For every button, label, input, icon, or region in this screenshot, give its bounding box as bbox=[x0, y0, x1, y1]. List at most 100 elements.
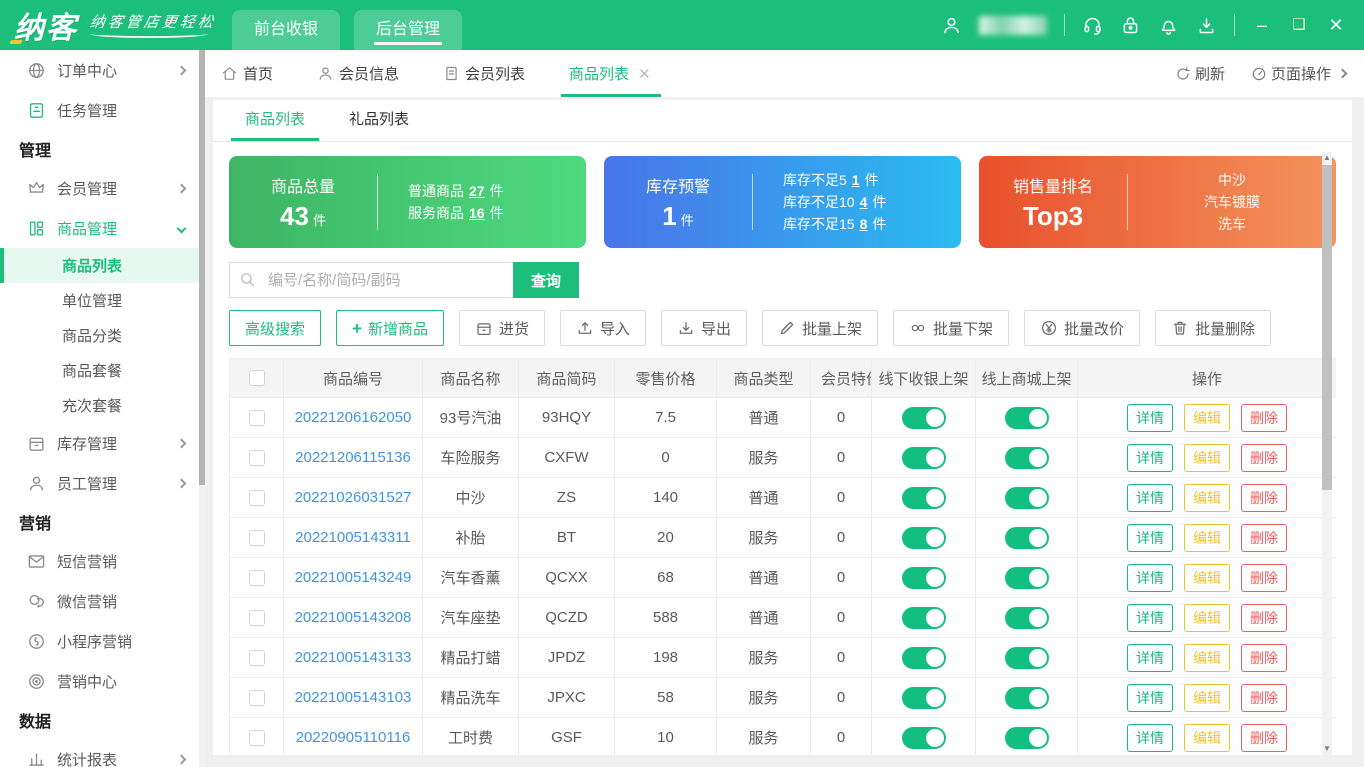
online-shelf-toggle[interactable] bbox=[1004, 606, 1049, 629]
offline-shelf-toggle[interactable] bbox=[901, 646, 946, 669]
edit-button[interactable]: 编辑 bbox=[1184, 603, 1230, 632]
goods-code-link[interactable]: 20221005143133 bbox=[295, 649, 412, 666]
online-shelf-toggle[interactable] bbox=[1004, 446, 1049, 469]
detail-button[interactable]: 详情 bbox=[1127, 643, 1173, 672]
toolbar-button[interactable]: 高级搜索 bbox=[229, 310, 322, 346]
goods-code-link[interactable]: 20221026031527 bbox=[295, 489, 412, 506]
card-detail-count[interactable]: 1 bbox=[847, 172, 865, 188]
sidebar-item[interactable]: 小程序营销 bbox=[0, 621, 205, 661]
sidebar-item[interactable]: 统计报表 bbox=[0, 739, 205, 767]
sidebar-item[interactable]: 会员管理 bbox=[0, 168, 205, 208]
detail-button[interactable]: 详情 bbox=[1127, 723, 1173, 752]
offline-shelf-toggle[interactable] bbox=[901, 606, 946, 629]
panel-tab[interactable]: 商品列表 bbox=[230, 108, 320, 141]
sidebar-item[interactable]: 任务管理 bbox=[0, 90, 205, 130]
goods-code-link[interactable]: 20221005143103 bbox=[295, 689, 412, 706]
mode-tab-cashier[interactable]: 前台收银 bbox=[232, 10, 341, 50]
goods-code-link[interactable]: 20220905110116 bbox=[296, 729, 411, 746]
offline-shelf-toggle[interactable] bbox=[901, 446, 946, 469]
goods-code-link[interactable]: 20221005143311 bbox=[295, 529, 411, 546]
bell-icon[interactable] bbox=[1158, 15, 1179, 36]
page-tab[interactable]: 会员信息 bbox=[317, 50, 399, 97]
toolbar-button[interactable]: 批量下架 bbox=[893, 310, 1010, 346]
select-all-checkbox[interactable] bbox=[248, 370, 265, 386]
query-button[interactable]: 查询 bbox=[513, 262, 579, 298]
goods-code-link[interactable]: 20221005143208 bbox=[295, 609, 412, 626]
edit-button[interactable]: 编辑 bbox=[1184, 483, 1230, 512]
page-tab[interactable]: 首页 bbox=[221, 50, 273, 97]
offline-shelf-toggle[interactable] bbox=[901, 686, 946, 709]
minimize-button[interactable]: – bbox=[1252, 15, 1272, 35]
sidebar-item[interactable]: 商品管理 bbox=[0, 208, 205, 248]
sidebar-subitem[interactable]: 商品套餐 bbox=[0, 353, 205, 388]
offline-shelf-toggle[interactable] bbox=[901, 526, 946, 549]
detail-button[interactable]: 详情 bbox=[1127, 683, 1173, 712]
delete-button[interactable]: 删除 bbox=[1241, 563, 1287, 592]
row-checkbox[interactable] bbox=[248, 689, 265, 706]
edit-button[interactable]: 编辑 bbox=[1184, 523, 1230, 552]
headset-icon[interactable] bbox=[1082, 15, 1103, 36]
detail-button[interactable]: 详情 bbox=[1127, 523, 1173, 552]
lock-icon[interactable] bbox=[1120, 15, 1141, 36]
row-checkbox[interactable] bbox=[248, 489, 265, 506]
detail-button[interactable]: 详情 bbox=[1127, 483, 1173, 512]
sidebar-item[interactable]: 库存管理 bbox=[0, 423, 205, 463]
card-detail-count[interactable]: 16 bbox=[464, 205, 490, 221]
mode-tab-backoffice[interactable]: 后台管理 bbox=[354, 10, 463, 50]
offline-shelf-toggle[interactable] bbox=[901, 406, 946, 429]
sidebar-item[interactable]: 订单中心 bbox=[0, 50, 205, 90]
online-shelf-toggle[interactable] bbox=[1004, 646, 1049, 669]
sidebar-item[interactable]: 短信营销 bbox=[0, 541, 205, 581]
detail-button[interactable]: 详情 bbox=[1127, 403, 1173, 432]
goods-code-link[interactable]: 20221206162050 bbox=[295, 409, 412, 426]
sidebar-item[interactable]: 微信营销 bbox=[0, 581, 205, 621]
row-checkbox[interactable] bbox=[248, 649, 265, 666]
online-shelf-toggle[interactable] bbox=[1004, 526, 1049, 549]
sidebar-item[interactable]: 员工管理 bbox=[0, 463, 205, 503]
row-checkbox[interactable] bbox=[248, 529, 265, 546]
sidebar-scrollbar-thumb[interactable] bbox=[199, 50, 205, 485]
sidebar-subitem[interactable]: 商品列表 bbox=[0, 248, 205, 283]
user-icon[interactable] bbox=[941, 15, 962, 36]
page-tab[interactable]: 会员列表 bbox=[443, 50, 525, 97]
row-checkbox[interactable] bbox=[248, 409, 265, 426]
panel-tab[interactable]: 礼品列表 bbox=[349, 108, 409, 141]
page-tab[interactable]: 商品列表 ✕ bbox=[561, 50, 661, 97]
offline-shelf-toggle[interactable] bbox=[901, 566, 946, 589]
toolbar-button[interactable]: 批量改价 bbox=[1024, 310, 1141, 346]
card-detail-count[interactable]: 4 bbox=[855, 194, 873, 210]
edit-button[interactable]: 编辑 bbox=[1184, 403, 1230, 432]
scroll-up-icon[interactable]: ▲ bbox=[1323, 152, 1331, 164]
card-detail-count[interactable]: 8 bbox=[855, 216, 873, 232]
close-button[interactable]: ✕ bbox=[1326, 15, 1346, 35]
close-tab-icon[interactable]: ✕ bbox=[638, 65, 651, 83]
panel-scrollbar-thumb[interactable] bbox=[1322, 165, 1332, 490]
sidebar-subitem[interactable]: 充次套餐 bbox=[0, 388, 205, 423]
row-checkbox[interactable] bbox=[248, 449, 265, 466]
goods-code-link[interactable]: 20221005143249 bbox=[295, 569, 412, 586]
detail-button[interactable]: 详情 bbox=[1127, 603, 1173, 632]
sidebar-item[interactable]: 营销中心 bbox=[0, 661, 205, 701]
sidebar-subitem[interactable]: 单位管理 bbox=[0, 283, 205, 318]
online-shelf-toggle[interactable] bbox=[1004, 686, 1049, 709]
delete-button[interactable]: 删除 bbox=[1241, 683, 1287, 712]
delete-button[interactable]: 删除 bbox=[1241, 483, 1287, 512]
delete-button[interactable]: 删除 bbox=[1241, 723, 1287, 752]
search-input[interactable] bbox=[268, 271, 504, 289]
refresh-button[interactable]: 刷新 bbox=[1175, 63, 1225, 84]
scroll-down-icon[interactable]: ▼ bbox=[1323, 743, 1331, 755]
offline-shelf-toggle[interactable] bbox=[901, 726, 946, 749]
maximize-button[interactable]: ❑ bbox=[1289, 15, 1309, 35]
delete-button[interactable]: 删除 bbox=[1241, 403, 1287, 432]
toolbar-button[interactable]: 批量上架 bbox=[762, 310, 879, 346]
edit-button[interactable]: 编辑 bbox=[1184, 563, 1230, 592]
edit-button[interactable]: 编辑 bbox=[1184, 443, 1230, 472]
edit-button[interactable]: 编辑 bbox=[1184, 643, 1230, 672]
row-checkbox[interactable] bbox=[248, 569, 265, 586]
edit-button[interactable]: 编辑 bbox=[1184, 683, 1230, 712]
sidebar-subitem[interactable]: 商品分类 bbox=[0, 318, 205, 353]
online-shelf-toggle[interactable] bbox=[1004, 406, 1049, 429]
detail-button[interactable]: 详情 bbox=[1127, 563, 1173, 592]
row-checkbox[interactable] bbox=[248, 729, 265, 746]
delete-button[interactable]: 删除 bbox=[1241, 523, 1287, 552]
